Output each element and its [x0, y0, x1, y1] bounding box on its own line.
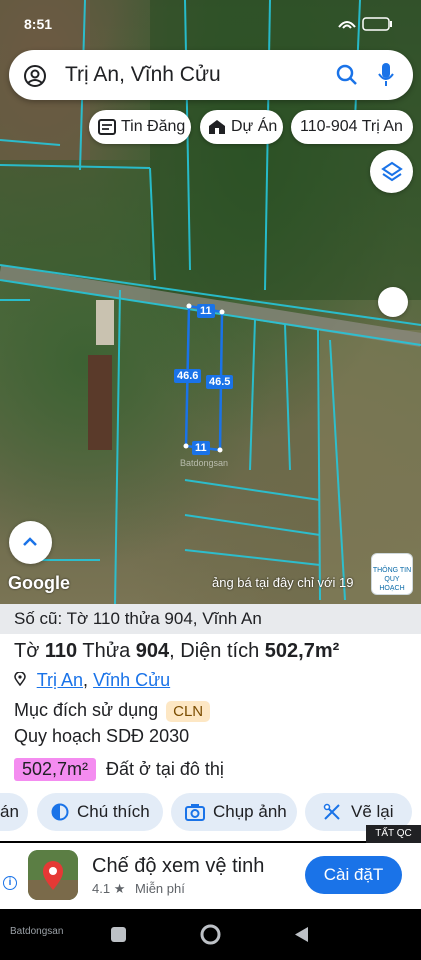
field-patch: [0, 160, 160, 280]
plot-value: 904: [135, 640, 170, 662]
chevron-up-icon: [23, 537, 37, 546]
map-circle-button[interactable]: [378, 287, 408, 317]
chip-label: Tin Đăng: [121, 118, 186, 135]
district-link[interactable]: Vĩnh Cửu: [93, 670, 170, 690]
google-logo: Google: [8, 573, 70, 593]
scrolling-ad-text: ảng bá tại đây chỉ với 19: [212, 575, 354, 590]
account-icon[interactable]: [23, 64, 47, 88]
back-icon[interactable]: [294, 926, 309, 943]
status-time: 8:51: [24, 16, 53, 32]
chip-label: Dự Án: [231, 118, 278, 135]
land-use-label: Mục đích sử dụng: [14, 700, 159, 720]
ad-rating-row: 4.1 ★ Miễn phí: [92, 881, 185, 897]
camera-icon: [185, 804, 205, 821]
parcel-length-label: 11: [197, 304, 215, 318]
listing-icon: [98, 119, 116, 135]
satellite-map[interactable]: 11 46.6 46.5 11 Batdongsan 8:51 Trị An, …: [0, 0, 421, 605]
legend-button[interactable]: Chú thích: [37, 793, 163, 831]
building-roof: [88, 355, 112, 450]
plan-area-badge: 502,7m²: [14, 758, 97, 781]
parcel-vertex: [183, 443, 189, 449]
chip-projects[interactable]: Dự Án: [200, 110, 283, 144]
building-roof: [96, 300, 114, 345]
search-icon[interactable]: [336, 64, 358, 86]
expand-button[interactable]: [9, 521, 52, 564]
chip-parcel[interactable]: 110-904 Trị An: [291, 110, 413, 144]
building-icon: [209, 120, 225, 134]
ward-link[interactable]: Trị An: [37, 670, 83, 690]
action-label: Chụp ảnh: [213, 802, 287, 821]
ad-title: Chế độ xem vệ tinh: [92, 855, 265, 877]
badge-line: QUY HOẠCH: [379, 576, 405, 592]
layers-icon: [381, 161, 403, 182]
photo-button[interactable]: Chụp ảnh: [171, 793, 297, 831]
action-button-partial[interactable]: án: [0, 793, 28, 831]
plan-label: Quy hoạch SDĐ 2030: [14, 726, 190, 746]
parcel-summary: Tờ 110 Thửa 904, Diện tích 502,7m²: [14, 640, 340, 662]
search-bar[interactable]: Trị An, Vĩnh Cửu: [9, 50, 413, 100]
area-label: Diện tích: [180, 640, 260, 662]
sheet-label: Tờ: [14, 640, 40, 662]
microphone-icon[interactable]: [377, 62, 395, 88]
layers-button[interactable]: [370, 150, 413, 193]
system-nav-bar: Batdongsan: [0, 909, 421, 960]
badge-line: THÔNG TIN: [372, 567, 412, 574]
action-label: án: [0, 802, 19, 821]
parcel-length-label: 46.5: [206, 375, 234, 389]
action-label: Vẽ lại: [351, 802, 394, 821]
parcel-vertex: [219, 309, 225, 315]
map-pin-icon: [28, 850, 78, 900]
ad-banner[interactable]: i Chế độ xem vệ tinh 4.1 ★ Miễn phí Cài …: [0, 843, 421, 909]
land-use-row: Mục đích sử dụng CLN: [14, 700, 211, 722]
status-bar: 8:51: [0, 0, 421, 44]
legend-icon: [51, 803, 69, 821]
planning-info-badge[interactable]: THÔNG TIN QUY HOẠCH: [371, 553, 413, 595]
chip-listings[interactable]: Tin Đăng: [89, 110, 191, 144]
parcel-vertex: [217, 447, 223, 453]
parcel-vertex: [186, 303, 192, 309]
location-pin-icon: [14, 671, 26, 687]
redraw-icon: [323, 803, 340, 820]
parcel-length-label: 46.6: [174, 369, 202, 383]
parcel-info-panel: Số cũ: Tờ 110 thửa 904, Vĩnh An Tờ 110 T…: [0, 604, 421, 841]
parcel-length-label: 11: [192, 441, 210, 455]
ad-rating-value: 4.1: [92, 881, 111, 896]
ad-app-icon: [28, 850, 78, 900]
install-button[interactable]: Cài đặT: [305, 856, 402, 894]
brand-watermark: Batdongsan: [10, 926, 64, 937]
location-separator: ,: [83, 670, 94, 690]
old-info-row: Số cũ: Tờ 110 thửa 904, Vĩnh An: [0, 604, 421, 634]
sheet-value: 110: [44, 640, 78, 662]
home-icon[interactable]: [200, 924, 221, 945]
status-icons: [335, 17, 395, 31]
plan-type: Đất ở tại đô thị: [106, 759, 224, 779]
star-icon: ★: [113, 881, 129, 896]
hide-ads-tag[interactable]: TẤT QC: [366, 825, 421, 843]
land-use-code-badge: CLN: [166, 701, 211, 722]
recents-icon[interactable]: [111, 927, 126, 942]
ad-price: Miễn phí: [134, 881, 185, 896]
map-watermark: Batdongsan: [180, 458, 229, 468]
ad-info-icon[interactable]: i: [3, 876, 17, 890]
location-row: Trị An, Vĩnh Cửu: [14, 670, 170, 691]
plan-area-row: 502,7m² Đất ở tại đô thị: [14, 758, 224, 781]
area-value: 502,7m²: [264, 640, 340, 662]
old-info-text: Số cũ: Tờ 110 thửa 904, Vĩnh An: [14, 609, 262, 628]
chip-label: 110-904 Trị An: [300, 118, 403, 135]
search-input[interactable]: Trị An, Vĩnh Cửu: [65, 63, 221, 87]
plot-label: Thửa: [82, 640, 131, 662]
action-label: Chú thích: [77, 802, 150, 821]
wifi-battery-icon: [338, 17, 392, 31]
